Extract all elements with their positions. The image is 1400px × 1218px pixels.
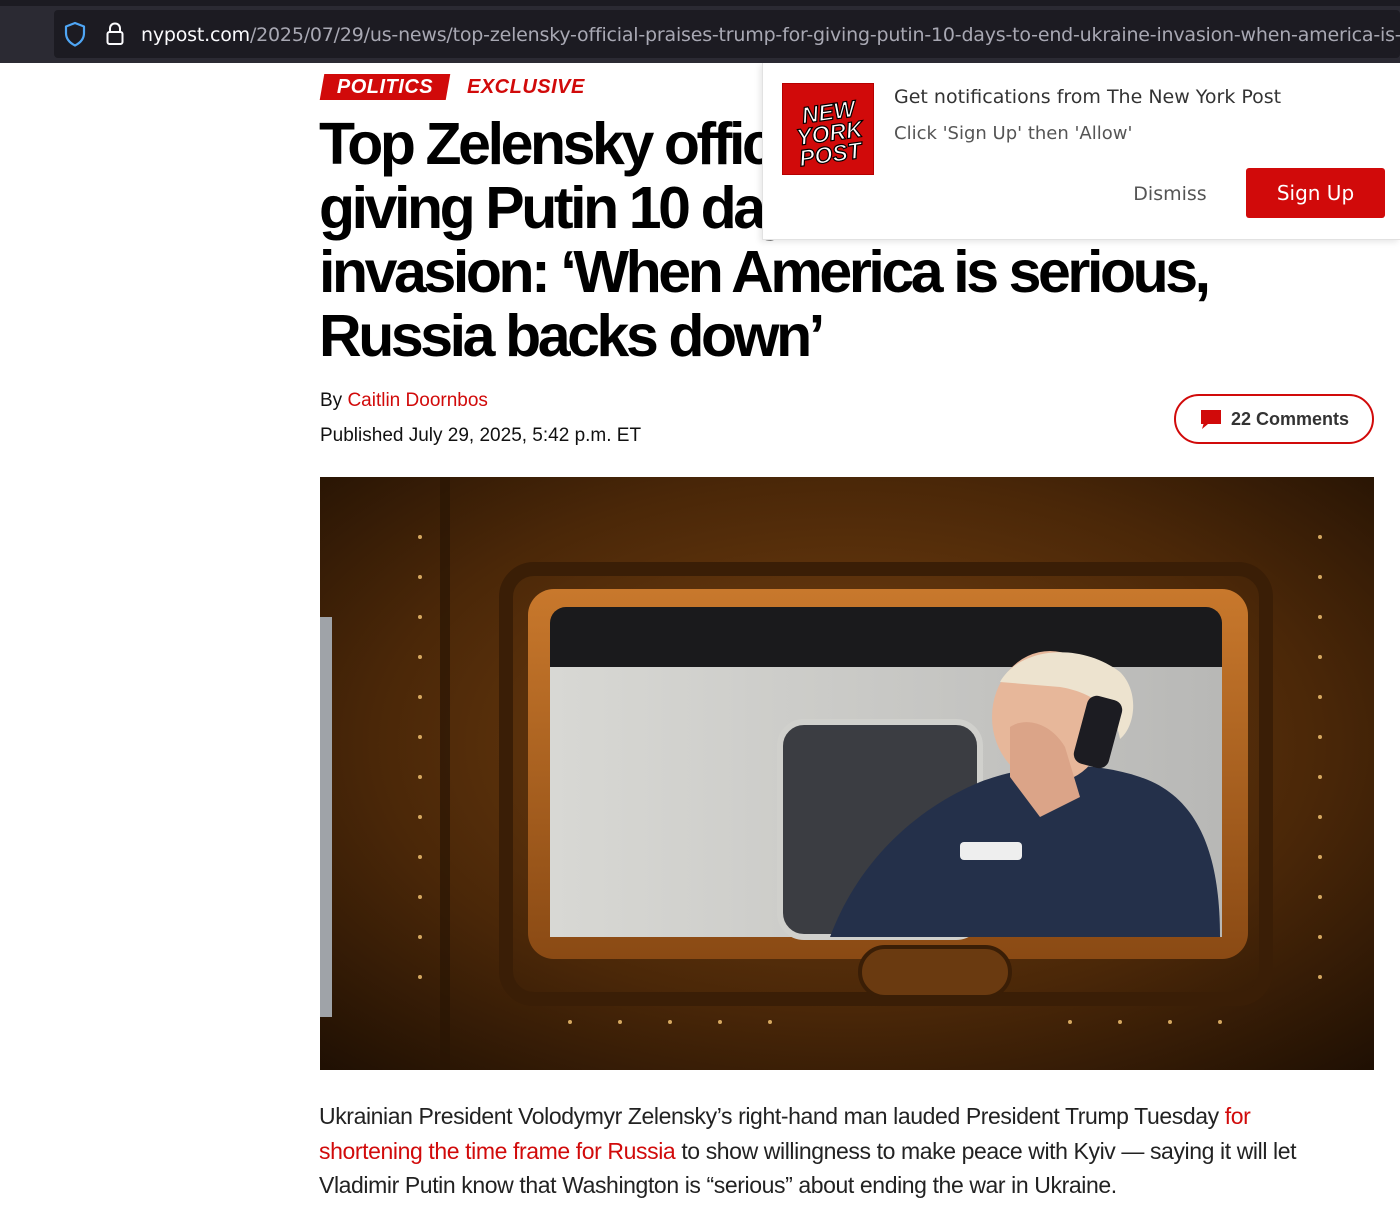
notification-prompt: NEW YORK POST Get notifications from The… [762,63,1400,240]
browser-toolbar: nypost.com/2025/07/29/us-news/top-zelens… [0,0,1400,63]
sign-up-button[interactable]: Sign Up [1246,168,1385,218]
comments-button[interactable]: 22 Comments [1174,394,1374,444]
section-tag-politics[interactable]: POLITICS [319,74,451,100]
article-body-paragraph: Ukrainian President Volodymyr Zelensky’s… [319,1099,1349,1203]
lock-icon[interactable] [104,20,126,48]
url-text[interactable]: nypost.com/2025/07/29/us-news/top-zelens… [141,22,1400,48]
published-date: Published July 29, 2025, 5:42 p.m. ET [320,425,642,446]
byline-prefix: By [320,390,348,411]
hero-photo[interactable] [320,477,1374,1070]
comments-count-label: 22 Comments [1230,408,1350,429]
headline-line: Russia backs down’ [319,303,825,369]
body-text-part: Ukrainian President Volodymyr Zelensky’s… [319,1103,1225,1129]
url-path: /2025/07/29/us-news/top-zelensky-officia… [249,24,1400,46]
nypost-logo: NEW YORK POST [782,83,874,175]
byline: By Caitlin Doornbos [320,389,488,413]
section-tag-label: POLITICS [336,76,434,98]
notification-subtitle: Click 'Sign Up' then 'Allow' [894,123,1133,144]
exclusive-tag: EXCLUSIVE [467,76,585,98]
comment-bubble-icon [1200,410,1221,429]
headline-line: invasion: ‘When America is serious, [319,239,1211,305]
dismiss-button[interactable]: Dismiss [1115,170,1225,218]
url-domain: nypost.com [141,24,250,46]
tracking-protection-shield-icon[interactable] [62,20,88,48]
nypost-logo-mark: NEW YORK POST [794,94,866,172]
author-link[interactable]: Caitlin Doornbos [347,390,487,411]
tab-strip-edge [0,0,1400,6]
notification-title: Get notifications from The New York Post [894,86,1282,108]
